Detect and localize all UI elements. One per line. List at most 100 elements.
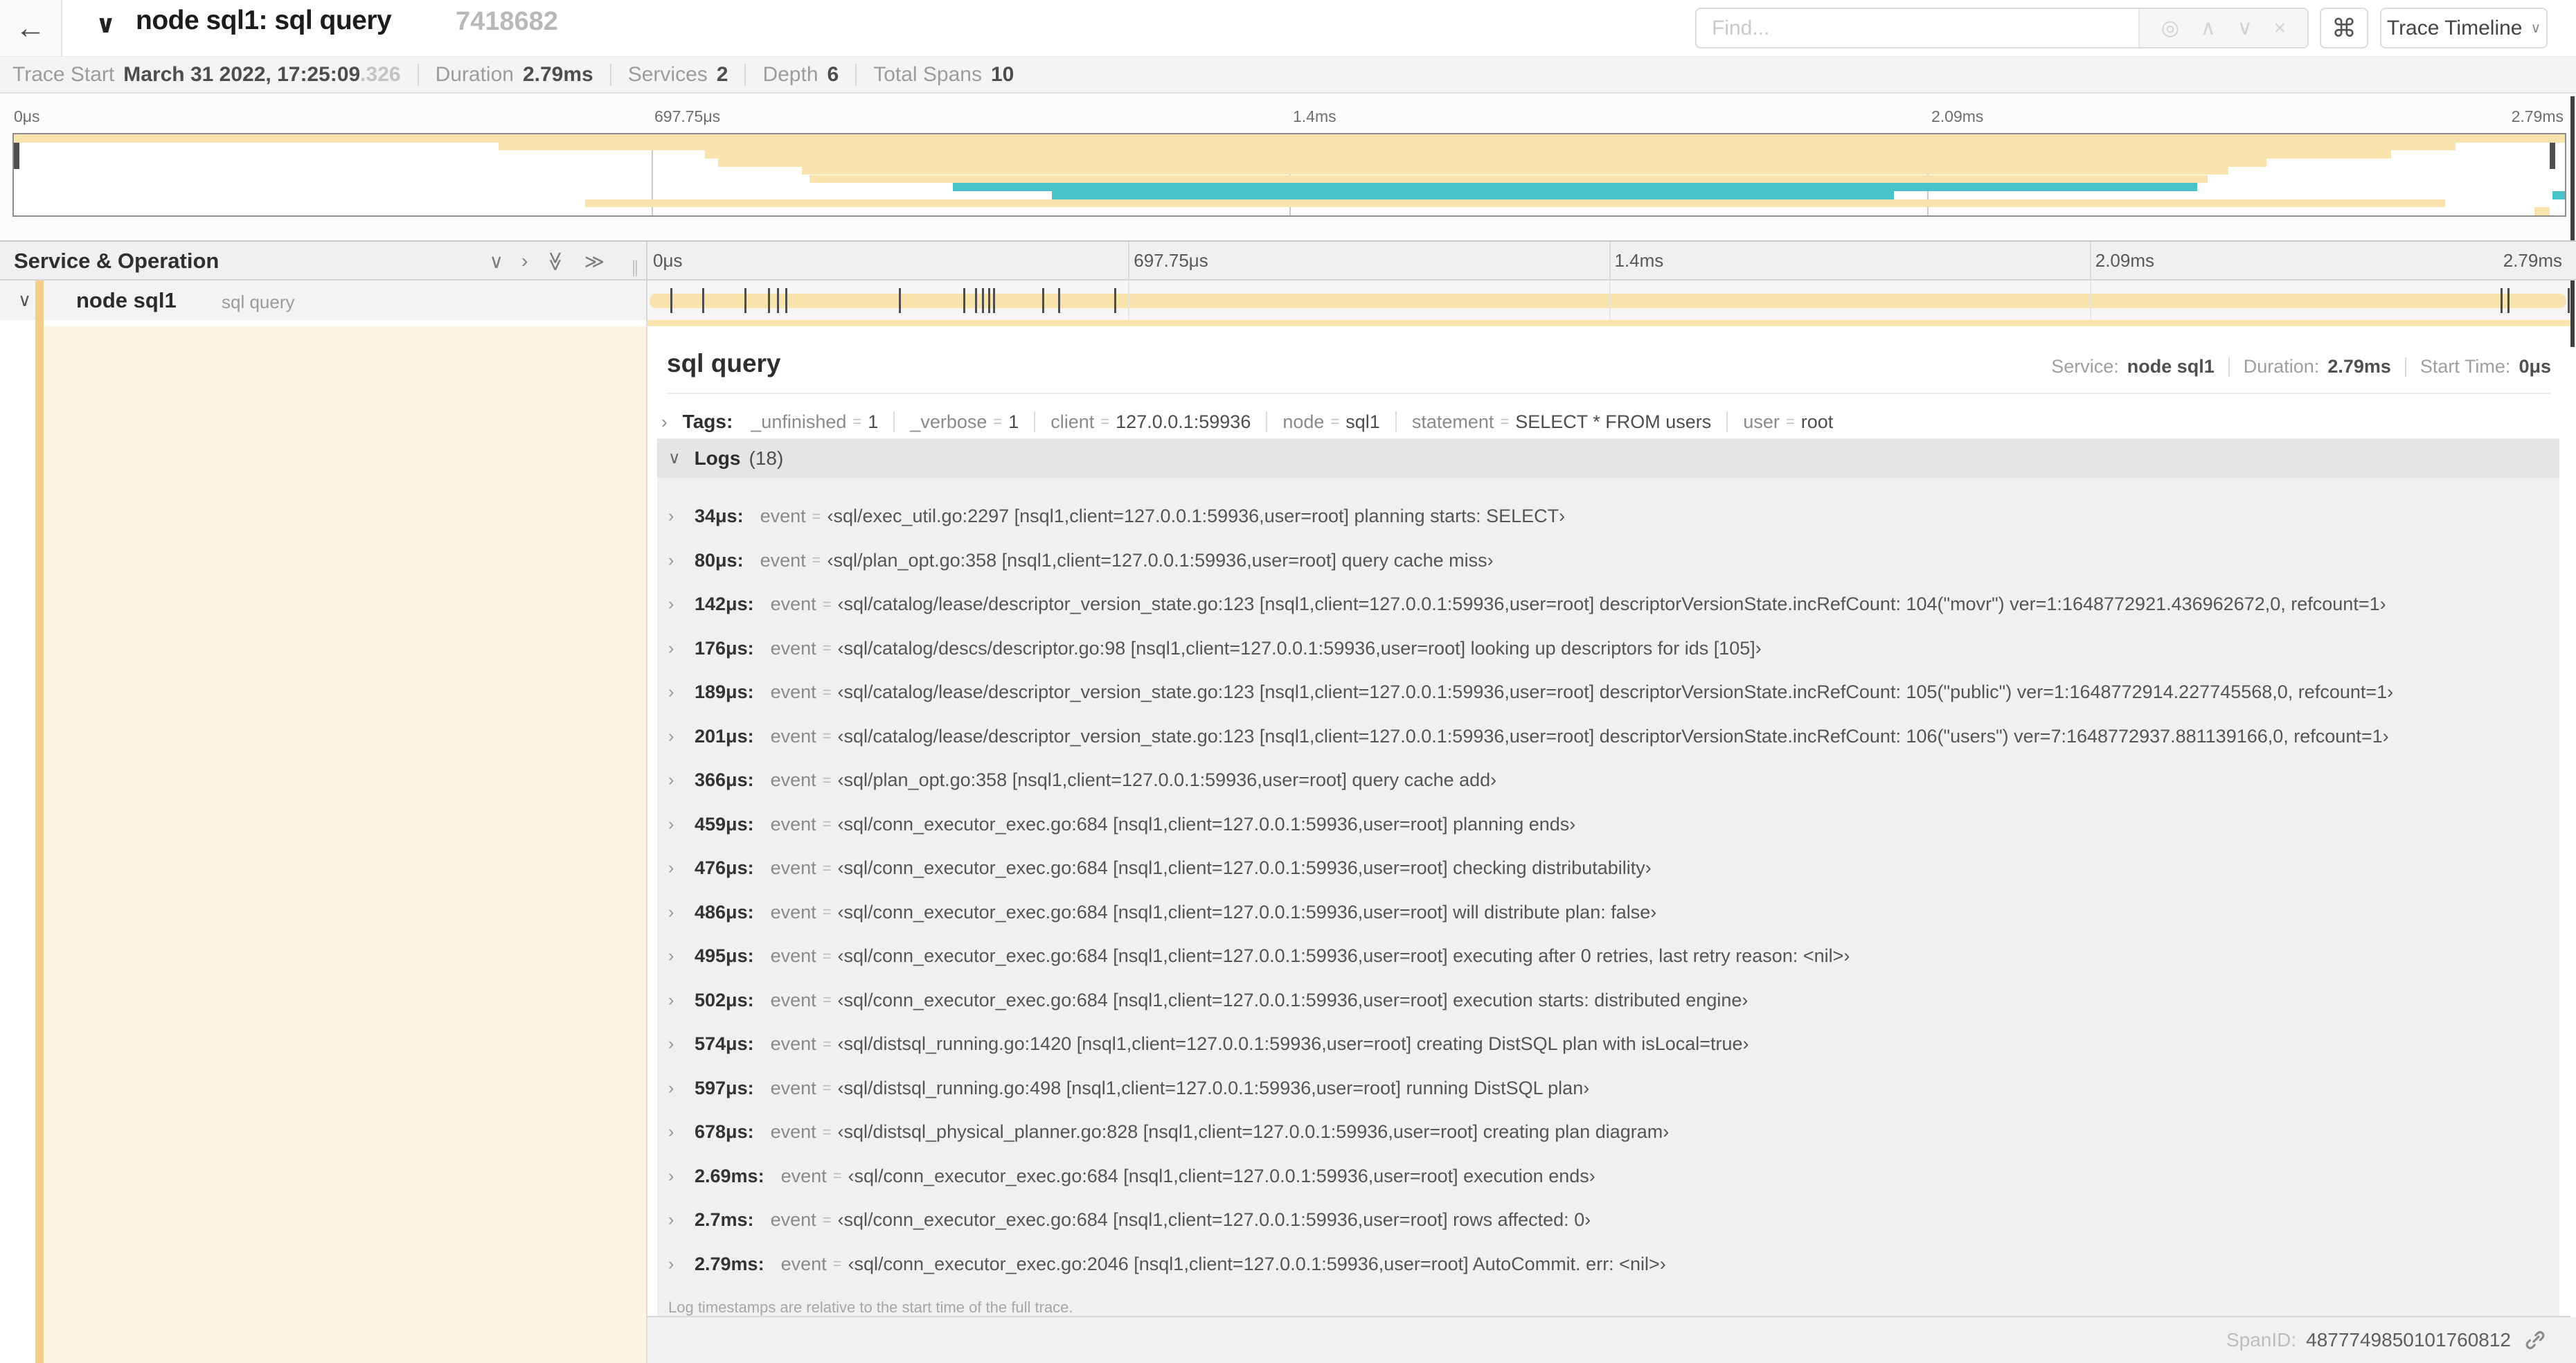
- log-entry-row[interactable]: › 2.69ms: event = ‹sql/conn_executor_exe…: [668, 1155, 2559, 1199]
- span-collapse-icon[interactable]: ∨: [18, 289, 31, 311]
- top-bar: ← ∨ node sql1: sql query 7418682 ◎ ∧ ∨ ×…: [0, 0, 2576, 56]
- minimap-span-bar: [952, 183, 2198, 191]
- log-entry-row[interactable]: › 80μs: event = ‹sql/plan_opt.go:358 [ns…: [668, 539, 2559, 583]
- log-field-value: ‹sql/conn_executor_exec.go:2046 [nsql1,c…: [848, 1253, 1666, 1274]
- log-field-value: ‹sql/catalog/lease/descriptor_version_st…: [837, 682, 2394, 703]
- minimap-tick-label: 2.09ms: [1931, 107, 1984, 125]
- log-entry-row[interactable]: › 486μs: event = ‹sql/conn_executor_exec…: [668, 891, 2559, 935]
- next-match-icon[interactable]: ∨: [2237, 16, 2253, 40]
- tags-accordion[interactable]: › Tags: _unfinished = 1 _verbose = 1 cli…: [661, 404, 2551, 440]
- log-entry-row[interactable]: › 476μs: event = ‹sql/conn_executor_exec…: [668, 846, 2559, 891]
- log-entry-row[interactable]: › 2.7ms: event = ‹sql/conn_executor_exec…: [668, 1198, 2559, 1242]
- log-tick-marker: [2501, 288, 2503, 313]
- log-equals: =: [822, 771, 832, 789]
- span-duration-bar[interactable]: [649, 294, 2567, 308]
- log-equals: =: [822, 859, 832, 877]
- tag-item: statement = SELECT * FROM users: [1380, 411, 1712, 433]
- log-tick-marker: [2507, 288, 2510, 313]
- focus-match-icon[interactable]: ◎: [2161, 16, 2179, 40]
- collapse-one-icon[interactable]: ∨: [490, 250, 504, 273]
- tag-value: 1: [1008, 411, 1019, 432]
- log-tick-marker: [992, 288, 995, 313]
- detail-meta-item: Duration: 2.79ms: [2215, 356, 2391, 377]
- log-field-key: event: [770, 725, 816, 747]
- log-entry-row[interactable]: › 34μs: event = ‹sql/exec_util.go:2297 […: [668, 495, 2559, 539]
- span-timeline-cell[interactable]: [647, 280, 2570, 320]
- tag-equals: =: [993, 413, 1003, 430]
- log-field-value: ‹sql/conn_executor_exec.go:684 [nsql1,cl…: [837, 901, 1657, 923]
- chevron-right-icon: ›: [668, 1210, 674, 1230]
- log-field-key: event: [770, 901, 816, 923]
- log-field-value: ‹sql/plan_opt.go:358 [nsql1,client=127.0…: [837, 769, 1497, 791]
- log-entry-row[interactable]: › 142μs: event = ‹sql/catalog/lease/desc…: [668, 582, 2559, 627]
- log-field-key: event: [780, 1253, 827, 1274]
- minimap-span-bar: [810, 175, 2208, 184]
- log-field-value: ‹sql/catalog/lease/descriptor_version_st…: [837, 725, 2389, 747]
- log-entry-row[interactable]: › 502μs: event = ‹sql/conn_executor_exec…: [668, 979, 2559, 1023]
- log-entry-row[interactable]: › 2.79ms: event = ‹sql/conn_executor_exe…: [668, 1242, 2559, 1287]
- log-tick-marker: [777, 288, 780, 313]
- minimap-span-bar: [705, 150, 2392, 159]
- log-field-key: event: [770, 1077, 816, 1098]
- chevron-right-icon: ›: [668, 1254, 674, 1274]
- span-name-cell[interactable]: ∨ node sql1 sql query: [0, 280, 647, 320]
- chevron-right-icon: ›: [668, 1078, 674, 1098]
- log-timestamp: 678μs:: [695, 1121, 754, 1143]
- deep-link-icon[interactable]: [2523, 1328, 2547, 1352]
- log-entry-row[interactable]: › 574μs: event = ‹sql/distsql_running.go…: [668, 1022, 2559, 1067]
- column-resizer-grip[interactable]: ∥: [631, 258, 639, 278]
- expand-all-icon[interactable]: ≫: [584, 250, 605, 273]
- log-field-key: event: [780, 1165, 827, 1186]
- chevron-right-icon: ›: [661, 411, 668, 432]
- minimap-canvas[interactable]: [12, 133, 2566, 217]
- log-timestamp: 476μs:: [695, 857, 754, 879]
- log-entry-row[interactable]: › 678μs: event = ‹sql/distsql_physical_p…: [668, 1110, 2559, 1155]
- trace-collapse-icon[interactable]: ∨: [96, 10, 116, 39]
- span-row: ∨ node sql1 sql query: [0, 280, 2576, 320]
- clear-find-icon[interactable]: ×: [2274, 17, 2287, 40]
- tag-value: 127.0.0.1:59936: [1116, 411, 1251, 432]
- minimap-span-bar: [585, 199, 2445, 208]
- summary-value: 2: [716, 62, 728, 86]
- minimap-span-bar: [2552, 190, 2565, 199]
- chevron-down-icon: ∨: [2530, 21, 2541, 36]
- log-entry-row[interactable]: › 495μs: event = ‹sql/conn_executor_exec…: [668, 934, 2559, 979]
- log-tick-marker: [744, 288, 747, 313]
- meta-label: Duration:: [2243, 356, 2320, 377]
- trace-view-select[interactable]: Trace Timeline ∨: [2380, 8, 2548, 48]
- keyboard-shortcuts-button[interactable]: ⌘: [2320, 8, 2368, 48]
- span-detail-left-gutter: [0, 320, 647, 1363]
- span-id-footer: SpanID: 4877749850101760812: [647, 1317, 2576, 1363]
- log-tick-marker: [974, 288, 977, 313]
- log-field-value: ‹sql/catalog/lease/descriptor_version_st…: [837, 594, 2386, 615]
- log-timestamp: 495μs:: [695, 945, 754, 967]
- collapse-all-icon[interactable]: ≫: [545, 251, 568, 271]
- log-tick-marker: [981, 288, 984, 313]
- chevron-right-icon: ›: [668, 902, 674, 922]
- log-entry-row[interactable]: › 366μs: event = ‹sql/plan_opt.go:358 [n…: [668, 758, 2559, 803]
- ruler-tick-label: 697.75μs: [1134, 250, 1208, 271]
- find-input[interactable]: [1697, 9, 2140, 47]
- log-entry-row[interactable]: › 176μs: event = ‹sql/catalog/descs/desc…: [668, 627, 2559, 671]
- tag-key: _verbose: [910, 411, 987, 432]
- expand-one-icon[interactable]: ›: [521, 250, 528, 273]
- ruler-gridline: [1609, 242, 1611, 279]
- log-entry-row[interactable]: › 459μs: event = ‹sql/conn_executor_exec…: [668, 803, 2559, 847]
- log-field-value: ‹sql/distsql_running.go:1420 [nsql1,clie…: [837, 1033, 1749, 1055]
- log-entry-row[interactable]: › 189μs: event = ‹sql/catalog/lease/desc…: [668, 670, 2559, 715]
- detail-meta-item: Service: node sql1: [2051, 356, 2215, 377]
- log-tick-marker: [899, 288, 902, 313]
- ruler-gridline: [2089, 242, 2091, 279]
- log-timestamp: 2.7ms:: [695, 1209, 754, 1231]
- back-button[interactable]: ←: [0, 0, 62, 56]
- prev-match-icon[interactable]: ∧: [2201, 16, 2216, 40]
- log-entry-row[interactable]: › 597μs: event = ‹sql/distsql_running.go…: [668, 1067, 2559, 1111]
- trace-summary-bar: Trace Start March 31 2022, 17:25:09 .326…: [0, 56, 2576, 93]
- log-entry-row[interactable]: › 201μs: event = ‹sql/catalog/lease/desc…: [668, 715, 2559, 759]
- tag-item: _verbose = 1: [878, 411, 1019, 433]
- logs-accordion-header[interactable]: ∨ Logs (18): [657, 438, 2559, 478]
- tag-equals: =: [852, 413, 862, 430]
- log-equals: =: [822, 947, 832, 965]
- trace-id: 7418682: [456, 7, 558, 36]
- timeline-ruler: 0μs 697.75μs 1.4ms 2.09ms 2.79ms: [647, 242, 2570, 279]
